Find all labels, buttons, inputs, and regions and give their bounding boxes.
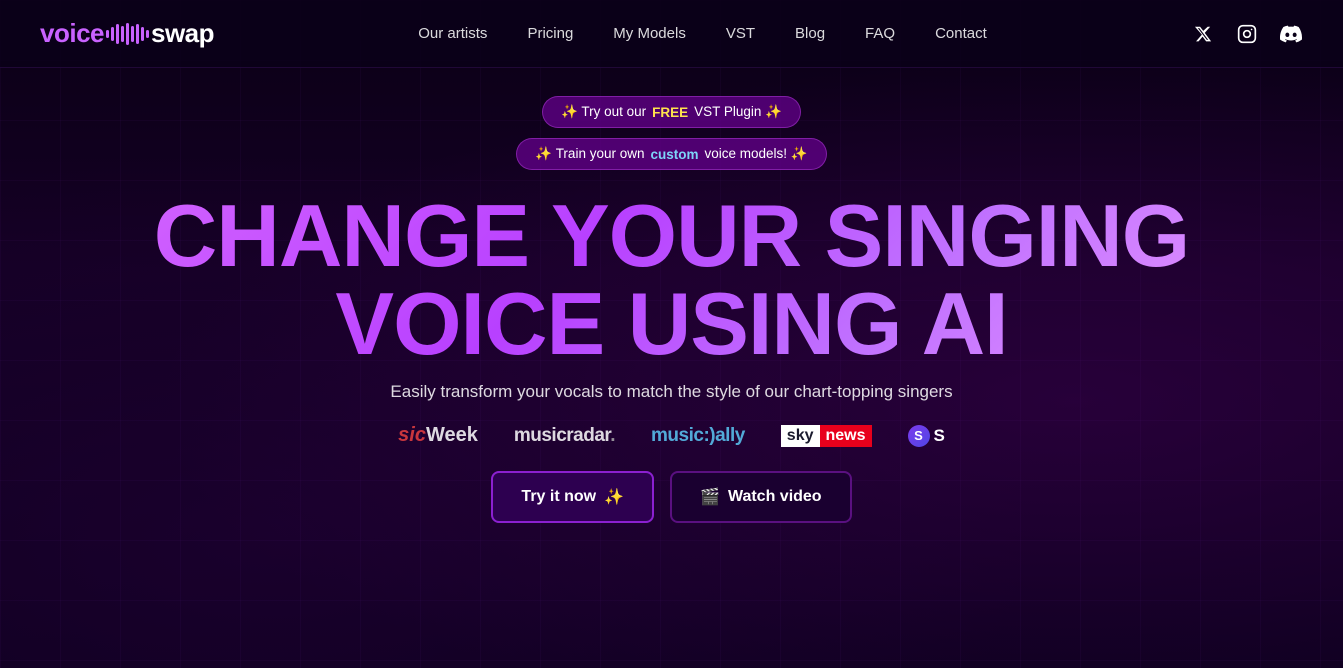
logo[interactable]: voice swap <box>40 18 214 49</box>
custom-models-banner[interactable]: ✨ Train your own custom voice models! ✨ <box>516 138 826 170</box>
cta-buttons: Try it now ✨ 🎬 Watch video <box>491 471 851 523</box>
scratchpad-letter: S <box>934 426 945 446</box>
logo-swap: swap <box>151 18 214 49</box>
scratchpad-logo: S S <box>908 425 945 447</box>
video-icon: 🎬 <box>700 487 720 507</box>
vst-banner[interactable]: ✨ Try out our FREE VST Plugin ✨ <box>542 96 801 128</box>
hero-title-line2: VOICE USING AI <box>335 274 1007 373</box>
nav-social <box>1191 22 1303 46</box>
banner2-highlight: custom <box>650 147 698 162</box>
musically-logo: music:)ally <box>651 425 745 447</box>
banner1-prefix: ✨ Try out our <box>561 104 646 120</box>
banner2-prefix: ✨ Train your own <box>535 146 644 162</box>
skynews-logo: sky news <box>781 425 872 447</box>
nav-links: Our artists Pricing My Models VST Blog F… <box>418 25 987 43</box>
instagram-icon[interactable] <box>1235 22 1259 46</box>
logo-waveform <box>106 23 149 45</box>
nav-faq[interactable]: FAQ <box>865 25 895 42</box>
press-logos: sicWeek musicradar. music:)ally sky news… <box>398 424 945 447</box>
musicweek-logo: sicWeek <box>398 424 478 447</box>
watch-video-label: Watch video <box>728 488 822 506</box>
twitter-x-icon[interactable] <box>1191 22 1215 46</box>
try-it-now-button[interactable]: Try it now ✨ <box>491 471 654 523</box>
nav-vst[interactable]: VST <box>726 25 755 42</box>
main-content: ✨ Try out our FREE VST Plugin ✨ ✨ Train … <box>0 68 1343 523</box>
hero-title: CHANGE YOUR SINGING VOICE USING AI <box>154 192 1190 368</box>
banner1-suffix: VST Plugin ✨ <box>694 104 782 120</box>
scratchpad-icon: S <box>908 425 930 447</box>
news-text: news <box>820 425 872 447</box>
try-now-label: Try it now <box>521 488 596 506</box>
banner2-suffix: voice models! ✨ <box>705 146 808 162</box>
nav-my-models[interactable]: My Models <box>613 25 686 42</box>
watch-video-button[interactable]: 🎬 Watch video <box>670 471 852 523</box>
navbar: voice swap Our artists Pricing My Models… <box>0 0 1343 68</box>
nav-pricing[interactable]: Pricing <box>527 25 573 42</box>
nav-contact[interactable]: Contact <box>935 25 987 42</box>
musicradar-logo: musicradar. <box>514 425 615 447</box>
hero-subtitle: Easily transform your vocals to match th… <box>390 382 952 402</box>
logo-voice: voice <box>40 18 104 49</box>
discord-icon[interactable] <box>1279 22 1303 46</box>
banner1-highlight: FREE <box>652 105 688 120</box>
sky-text: sky <box>781 425 820 447</box>
nav-blog[interactable]: Blog <box>795 25 825 42</box>
sparkle-icon: ✨ <box>604 487 624 507</box>
nav-our-artists[interactable]: Our artists <box>418 25 487 42</box>
hero-title-line1: CHANGE YOUR SINGING <box>154 186 1190 285</box>
